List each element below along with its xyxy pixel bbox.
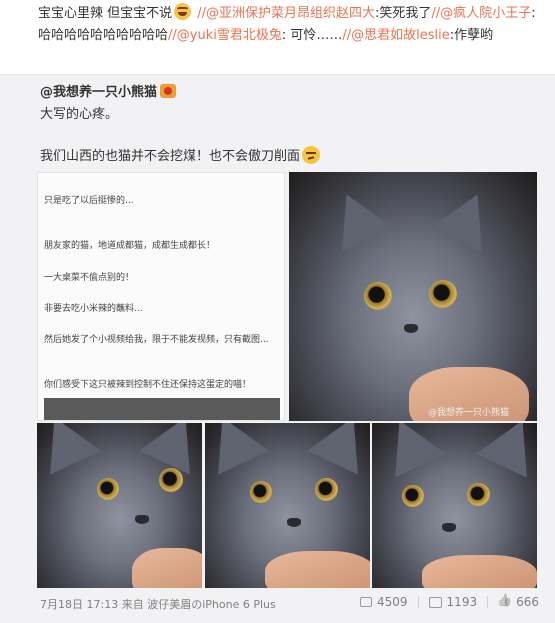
cat-eye bbox=[159, 468, 183, 492]
like-button[interactable]: 666 bbox=[487, 595, 539, 609]
chat-line: 你们感受下这只被辣到控制不住还保持这蛋定的喵！ bbox=[44, 380, 252, 390]
chat-video-bar bbox=[44, 398, 280, 420]
cat-ear bbox=[431, 182, 503, 252]
hand bbox=[422, 555, 537, 588]
cat-eye bbox=[429, 280, 457, 308]
cat-eye bbox=[467, 483, 490, 506]
mention-link-4[interactable]: //@思君如故leslie bbox=[342, 28, 449, 43]
post-line-1: 大写的心疼。 bbox=[40, 107, 119, 122]
mention-link-3[interactable]: //@yuki雪君北极兔 bbox=[168, 28, 282, 43]
mention-link-2[interactable]: //@疯人院小王子 bbox=[431, 6, 531, 21]
cat-ear bbox=[307, 423, 370, 475]
divider bbox=[487, 596, 489, 608]
post-date[interactable]: 7月18日 17:13 bbox=[40, 598, 118, 611]
cat-ear bbox=[205, 423, 269, 475]
thinking-emoji-icon bbox=[302, 146, 321, 164]
mention-link-1[interactable]: //@亚洲保护菜月昂组织赵四大 bbox=[197, 6, 375, 21]
badge-icon bbox=[160, 84, 177, 98]
original-post: @我想养一只小熊猫 大写的心疼。 我们山西的也猫并不会挖煤！也不会傲刀削面 只是… bbox=[0, 75, 555, 623]
cat-ear bbox=[321, 182, 393, 252]
chat-line: 朋友家的猫，地道成都猫，成都生成都长！ bbox=[44, 241, 216, 251]
cat-nose bbox=[442, 523, 456, 532]
chat-line: 非要去吃小米辣的蘸料... bbox=[44, 304, 143, 314]
cat-eye bbox=[97, 478, 119, 500]
cat-ear bbox=[476, 423, 537, 478]
comment-icon bbox=[428, 596, 442, 608]
cat-ear bbox=[139, 423, 202, 475]
divider bbox=[417, 596, 419, 608]
chat-line: 然后她发了个小视频给我，限于不能发视频，只有截图... bbox=[44, 335, 269, 345]
author-link[interactable]: @我想养一只小熊猫 bbox=[40, 85, 157, 100]
repost-text-3: : 可怜…… bbox=[281, 28, 343, 43]
image-watermark: @我想养一只小熊猫 bbox=[427, 408, 509, 418]
repost-text-start: 宝宝心里辣 但宝宝不说 bbox=[38, 6, 173, 21]
chat-line: 一大桌菜不偷点别的！ bbox=[44, 273, 135, 283]
cat-photo-3[interactable] bbox=[372, 423, 537, 588]
repost-text: 宝宝心里辣 但宝宝不说 //@亚洲保护菜月昂组织赵四大:笑死我了//@疯人院小王… bbox=[38, 3, 538, 47]
post-line-2-text: 我们山西的也猫并不会挖煤！也不会傲刀削面 bbox=[40, 149, 301, 164]
cat-eye bbox=[364, 282, 392, 310]
comment-button[interactable]: 1193 bbox=[417, 595, 478, 609]
like-icon bbox=[498, 596, 511, 609]
comment-count: 1193 bbox=[446, 595, 478, 609]
laugh-emoji-icon bbox=[174, 3, 192, 20]
cat-photo-main[interactable]: @我想养一只小熊猫 bbox=[289, 172, 537, 421]
repost-icon bbox=[360, 597, 372, 607]
cat-eye bbox=[315, 478, 338, 501]
post-source[interactable]: 波仔美眉のiPhone 6 Plus bbox=[147, 598, 276, 611]
weibo-post: 宝宝心里辣 但宝宝不说 //@亚洲保护菜月昂组织赵四大:笑死我了//@疯人院小王… bbox=[0, 0, 555, 623]
repost-comment: 宝宝心里辣 但宝宝不说 //@亚洲保护菜月昂组织赵四大:笑死我了//@疯人院小王… bbox=[0, 0, 555, 75]
like-count: 666 bbox=[516, 595, 539, 609]
cat-eye bbox=[402, 485, 424, 507]
chat-line: 只是吃了以后挺惨的... bbox=[44, 196, 134, 206]
post-line-2: 我们山西的也猫并不会挖煤！也不会傲刀削面 bbox=[40, 146, 321, 167]
cat-eye bbox=[250, 481, 272, 503]
chat-screenshot-image[interactable]: 只是吃了以后挺惨的... 朋友家的猫，地道成都猫，成都生成都长！ 一大桌菜不偷点… bbox=[37, 172, 285, 421]
cat-ear bbox=[37, 423, 101, 475]
cat-nose bbox=[287, 518, 301, 527]
hand bbox=[132, 548, 202, 588]
repost-button[interactable]: 4509 bbox=[360, 595, 408, 609]
hand bbox=[265, 551, 370, 588]
cat-nose bbox=[135, 515, 149, 524]
from-label: 来自 bbox=[121, 598, 144, 611]
post-stats: 4509 1193 666 bbox=[350, 595, 539, 609]
repost-count: 4509 bbox=[377, 595, 408, 609]
cat-photo-2[interactable] bbox=[205, 423, 370, 588]
cat-ear bbox=[374, 423, 446, 478]
cat-photo-1[interactable] bbox=[37, 423, 202, 588]
repost-text-4: :作孽哟 bbox=[449, 28, 494, 43]
cat-nose bbox=[404, 324, 418, 333]
original-author: @我想养一只小熊猫 bbox=[40, 83, 177, 103]
repost-text-1: :笑死我了 bbox=[375, 6, 432, 21]
